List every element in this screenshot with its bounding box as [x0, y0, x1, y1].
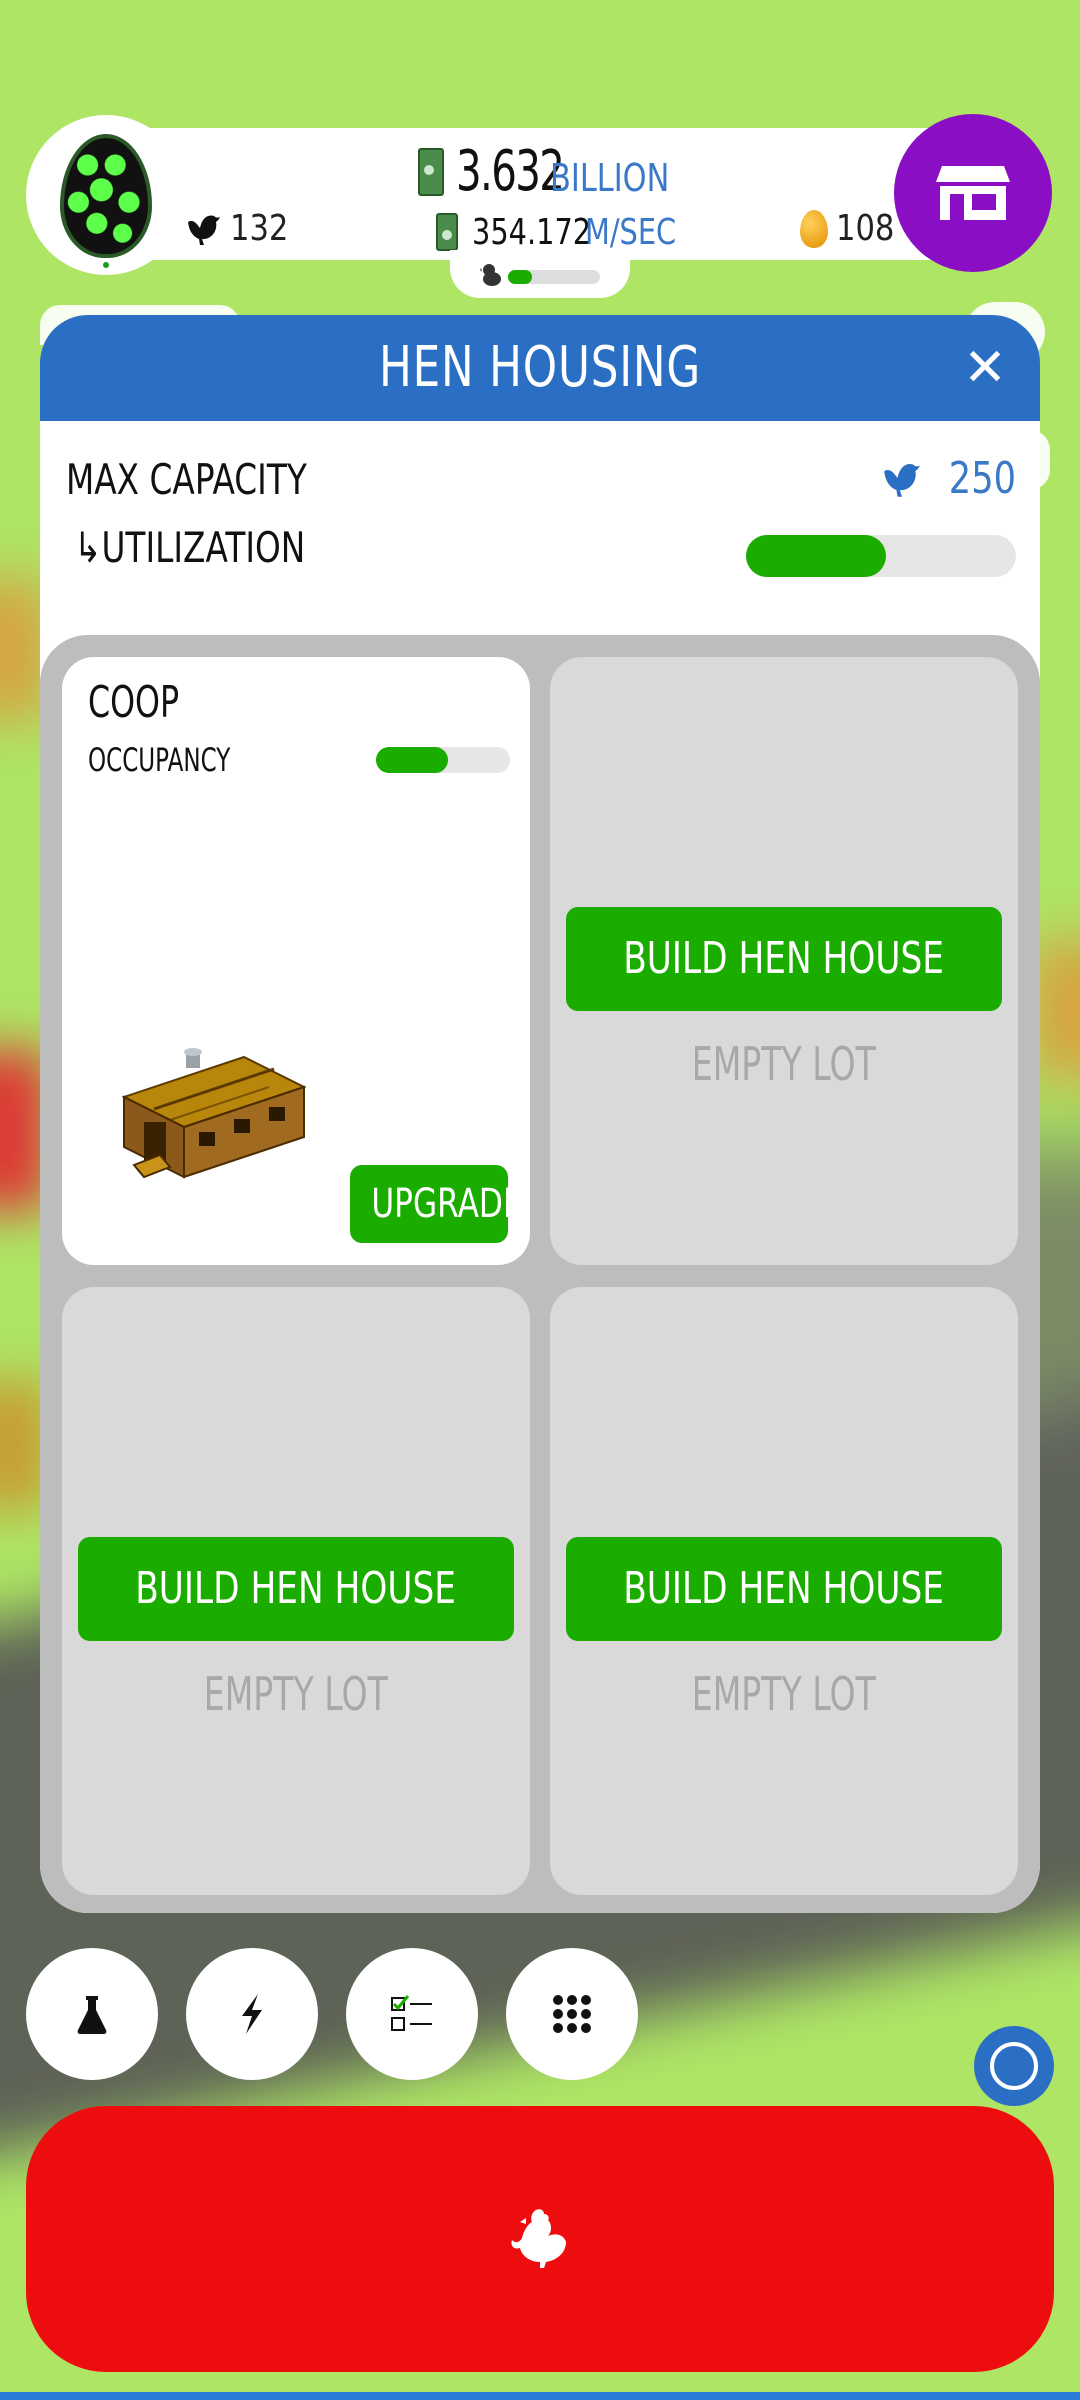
hen-housing-dialog: HEN HOUSING ✕ MAX CAPACITY 250 ↳UTILIZAT…: [40, 315, 1040, 1913]
empty-lot-label: EMPTY LOT: [691, 1037, 877, 1091]
empty-lot-label: EMPTY LOT: [203, 1667, 389, 1721]
max-capacity-value: 250: [882, 453, 1016, 504]
close-button[interactable]: ✕: [958, 341, 1012, 395]
menu-button[interactable]: [506, 1948, 638, 2080]
dialog-header: HEN HOUSING ✕: [40, 315, 1040, 421]
golden-egg-count: 108: [800, 208, 905, 249]
golden-egg-icon: [800, 209, 828, 248]
rate-value: 354.172: [472, 211, 592, 253]
money-unit: BILLION: [550, 156, 670, 200]
checklist-icon: [391, 1995, 432, 2031]
hatch-chicken-button[interactable]: [26, 2106, 1054, 2372]
progress-fill: [508, 270, 532, 284]
cash-icon: [418, 148, 444, 196]
drone-progress-tab: [450, 250, 630, 298]
hen-count: 132: [186, 208, 299, 249]
coop-building-image: [121, 1048, 307, 1179]
occupancy-label: OCCUPANCY: [88, 741, 231, 779]
missions-button[interactable]: [346, 1948, 478, 2080]
lot-grid: COOP OCCUPANCY UPGRADE BUILD HEN HOUSE E…: [40, 635, 1040, 1913]
occupancy-fill: [376, 747, 449, 773]
build-hen-house-button[interactable]: BUILD HEN HOUSE: [566, 1537, 1002, 1641]
max-capacity-label: MAX CAPACITY: [66, 455, 307, 504]
earning-rate: 354.172 M/SEC: [436, 210, 699, 254]
flask-icon: [77, 1996, 107, 2034]
utilization-bar: [746, 535, 1016, 577]
money-display: 3.632 BILLION: [418, 142, 699, 202]
shop-button[interactable]: [894, 114, 1052, 272]
chicken-silhouette-icon: [188, 215, 220, 245]
camera-toggle-button[interactable]: [974, 2026, 1054, 2106]
chicken-icon: [511, 2209, 566, 2268]
lot-name: COOP: [88, 677, 180, 728]
boosts-button[interactable]: [186, 1948, 318, 2080]
system-nav-strip: [0, 2392, 1080, 2400]
chicken-icon: [884, 463, 920, 497]
build-hen-house-button[interactable]: BUILD HEN HOUSE: [78, 1537, 514, 1641]
rate-unit: M/SEC: [584, 211, 677, 253]
utilization-label: ↳UTILIZATION: [74, 523, 306, 572]
dialog-title: HEN HOUSING: [379, 335, 701, 400]
lot-empty: BUILD HEN HOUSE EMPTY LOT: [62, 1287, 530, 1895]
grid-icon: [553, 1995, 591, 2033]
money-value: 3.632: [456, 139, 565, 204]
occupancy-bar: [376, 747, 510, 773]
upgrade-button[interactable]: UPGRADE: [350, 1165, 523, 1243]
progress-bar: [508, 270, 600, 284]
lightning-icon: [242, 1994, 262, 2034]
lot-empty: BUILD HEN HOUSE EMPTY LOT: [550, 1287, 1018, 1895]
chick-icon: [480, 264, 501, 286]
build-hen-house-button[interactable]: BUILD HEN HOUSE: [566, 907, 1002, 1011]
utilization-fill: [746, 535, 887, 577]
lot-coop[interactable]: COOP OCCUPANCY UPGRADE: [62, 657, 530, 1265]
research-button[interactable]: [26, 1948, 158, 2080]
lot-empty: BUILD HEN HOUSE EMPTY LOT: [550, 657, 1018, 1265]
empty-lot-label: EMPTY LOT: [691, 1667, 877, 1721]
cash-icon: [436, 213, 458, 251]
shop-icon: [936, 166, 1010, 220]
egg-indicator-dot: [103, 262, 109, 268]
